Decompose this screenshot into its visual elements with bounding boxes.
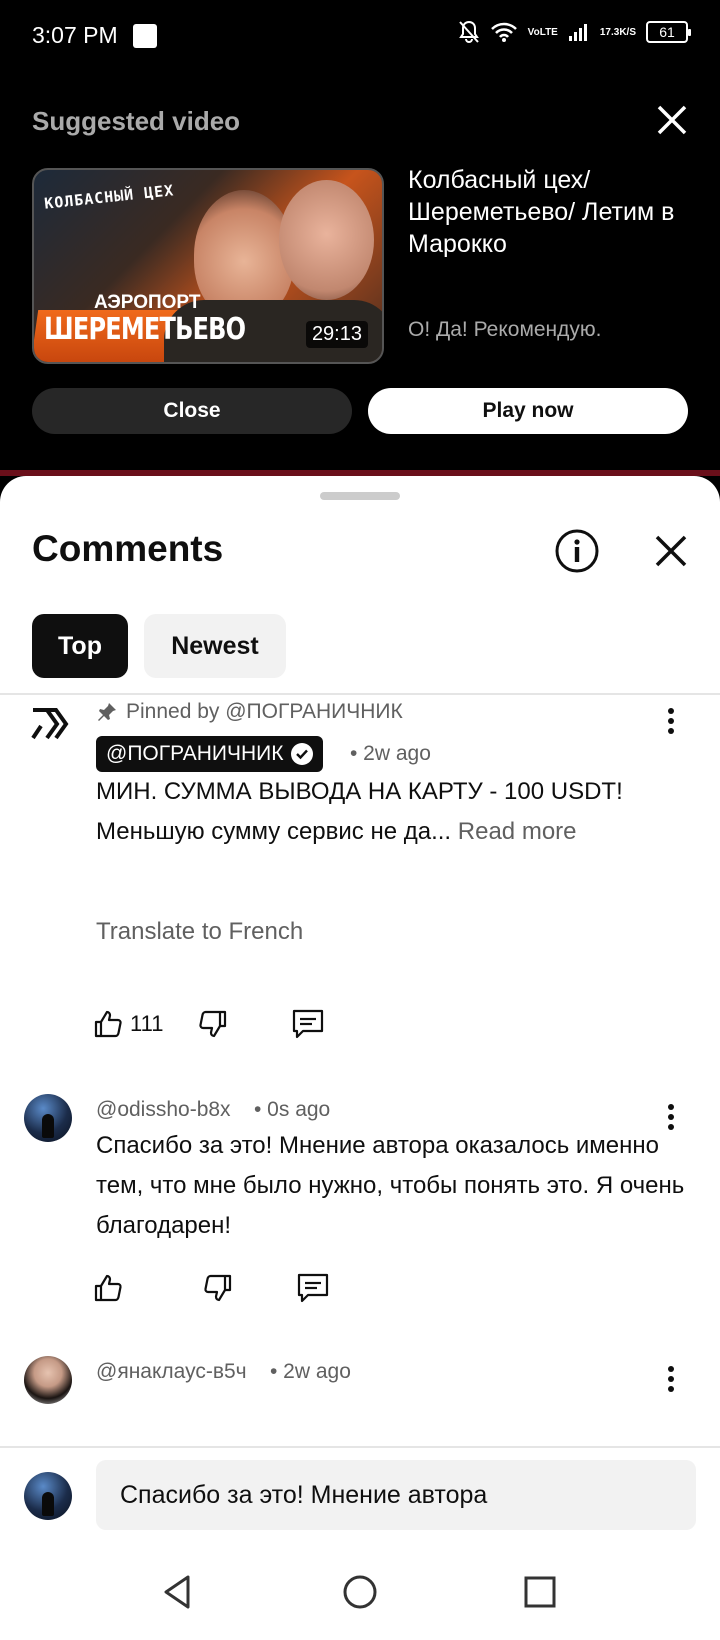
pin-icon: [98, 703, 116, 721]
pinned-text-line2: Меньшую сумму сервис не да...: [96, 818, 452, 845]
comments-sheet: Comments Top Newest Pinned by @ПОГРАНИЧН…: [0, 476, 720, 1640]
comment-composer: Спасибо за это! Мнение автора: [0, 1446, 720, 1546]
play-now-button[interactable]: Play now: [368, 388, 688, 434]
wifi-icon: [490, 21, 518, 43]
reply-button[interactable]: [291, 1008, 325, 1040]
reply-button[interactable]: [296, 1272, 330, 1304]
video-thumbnail[interactable]: КОЛБАСНЫЙ ЦЕХ АЭРОПОРТ ШЕРЕМЕТЬЕВО 29:13: [32, 168, 384, 364]
translate-link[interactable]: Translate to French: [96, 918, 303, 946]
suggested-video-header: Suggested video: [32, 106, 241, 136]
video-duration: 29:13: [305, 321, 368, 348]
avatar-figure: [42, 1114, 54, 1138]
home-circle-icon[interactable]: [340, 1572, 380, 1612]
suggested-video-title[interactable]: Колбасный цех/ Шереметьево/ Летим в Маро…: [408, 164, 698, 260]
pinned-author: @ПОГРАНИЧНИК: [106, 742, 284, 765]
reply-icon: [293, 1009, 324, 1039]
status-icons: Vo LTE 17.3 K/S 61: [458, 20, 691, 44]
author-badge[interactable]: @ПОГРАНИЧНИК: [96, 736, 324, 772]
verified-check-icon: [291, 743, 314, 765]
avatar[interactable]: [24, 1356, 72, 1404]
pinned-comment: Pinned by @ПОГРАНИЧНИК @ПОГРАНИЧНИК • 2w…: [0, 700, 720, 1066]
like-count: 111: [130, 1011, 164, 1036]
my-avatar: [24, 1472, 72, 1520]
pinned-text-line1: МИН. СУММА ВЫВОДА НА КАРТУ - 100 USDT!: [96, 778, 623, 805]
status-time: 3:07 PM: [32, 22, 118, 48]
drag-handle[interactable]: [320, 492, 400, 500]
dislike-button[interactable]: [197, 1008, 229, 1040]
comment-time: • 2w ago: [270, 1360, 351, 1383]
back-triangle-icon[interactable]: [158, 1572, 198, 1612]
comment-author[interactable]: @янаклаус-в5ч: [96, 1360, 247, 1384]
read-more-link[interactable]: Read more: [458, 818, 577, 845]
dislike-button[interactable]: [202, 1272, 234, 1304]
thumbnail-line1: АЭРОПОРТ: [94, 292, 201, 313]
thumbnail-sign: КОЛБАСНЫЙ ЦЕХ: [43, 181, 175, 213]
thumb-up-icon: [94, 1274, 122, 1302]
comment-actions: 111: [92, 1004, 325, 1044]
pinned-by-text: Pinned by @ПОГРАНИЧНИК: [126, 700, 403, 723]
comment-item: @odissho-b8x • 0s ago Спасибо за это! Мн…: [0, 1094, 720, 1334]
comment-author[interactable]: @odissho-b8x: [96, 1098, 231, 1122]
comment-input[interactable]: Спасибо за это! Мнение автора: [96, 1460, 696, 1530]
more-vert-icon[interactable]: [664, 706, 678, 736]
comment-text: Спасибо за это! Мнение автора оказалось …: [96, 1132, 685, 1239]
thumb-up-icon: [94, 1010, 122, 1038]
net-speed-value: 17.3: [599, 26, 620, 38]
pinned-label: Pinned by @ПОГРАНИЧНИК: [96, 700, 403, 724]
divider: [0, 693, 720, 695]
notification-square-icon: [133, 24, 157, 48]
suggested-video-description: О! Да! Рекомендую.: [408, 318, 602, 341]
comment-actions: [92, 1268, 330, 1308]
info-icon[interactable]: [554, 528, 600, 574]
signal-icon: [568, 22, 590, 42]
close-button[interactable]: Close: [32, 388, 352, 434]
like-button[interactable]: 111: [92, 1008, 163, 1040]
battery-icon: 61: [646, 21, 691, 43]
recents-square-icon[interactable]: [520, 1572, 560, 1612]
thumb-down-icon: [204, 1274, 232, 1302]
volte-bottom: LTE: [539, 26, 558, 38]
thumbnail-man: [279, 180, 374, 300]
reply-icon: [297, 1273, 329, 1303]
avatar[interactable]: [24, 1094, 72, 1142]
battery-level: 61: [659, 24, 675, 40]
thumb-down-icon: [199, 1010, 227, 1038]
suggested-video-panel: Suggested video КОЛБАСНЫЙ ЦЕХ АЭРОПОРТ Ш…: [0, 72, 720, 476]
close-icon[interactable]: [652, 532, 690, 570]
thumbnail-line2: ШЕРЕМЕТЬЕВО: [44, 312, 246, 347]
channel-logo-icon[interactable]: [30, 706, 70, 746]
comments-title: Comments: [32, 528, 224, 569]
close-icon[interactable]: [654, 102, 690, 138]
avatar-figure: [42, 1492, 54, 1516]
system-nav-bar: [0, 1546, 720, 1640]
comment-item: @янаклаус-в5ч • 2w ago: [0, 1356, 720, 1446]
pinned-text-line2-wrap: Меньшую сумму сервис не да... Read more: [96, 812, 696, 852]
like-button[interactable]: [92, 1272, 124, 1304]
more-vert-icon[interactable]: [664, 1364, 678, 1394]
status-bar: 3:07 PM Vo LTE 17.3 K/S 61: [0, 0, 720, 72]
net-speed-unit: K/S: [619, 26, 636, 38]
chip-newest[interactable]: Newest: [144, 614, 286, 678]
bell-off-icon: [458, 20, 480, 44]
volte-top: Vo: [527, 26, 540, 38]
comment-time: • 0s ago: [254, 1098, 331, 1121]
pinned-comment-text: МИН. СУММА ВЫВОДА НА КАРТУ - 100 USDT! М…: [96, 772, 696, 852]
volte-indicator: Vo LTE: [528, 27, 558, 38]
pinned-time: • 2w ago: [350, 742, 431, 765]
chip-top[interactable]: Top: [32, 614, 128, 678]
net-speed: 17.3 K/S: [600, 27, 636, 38]
